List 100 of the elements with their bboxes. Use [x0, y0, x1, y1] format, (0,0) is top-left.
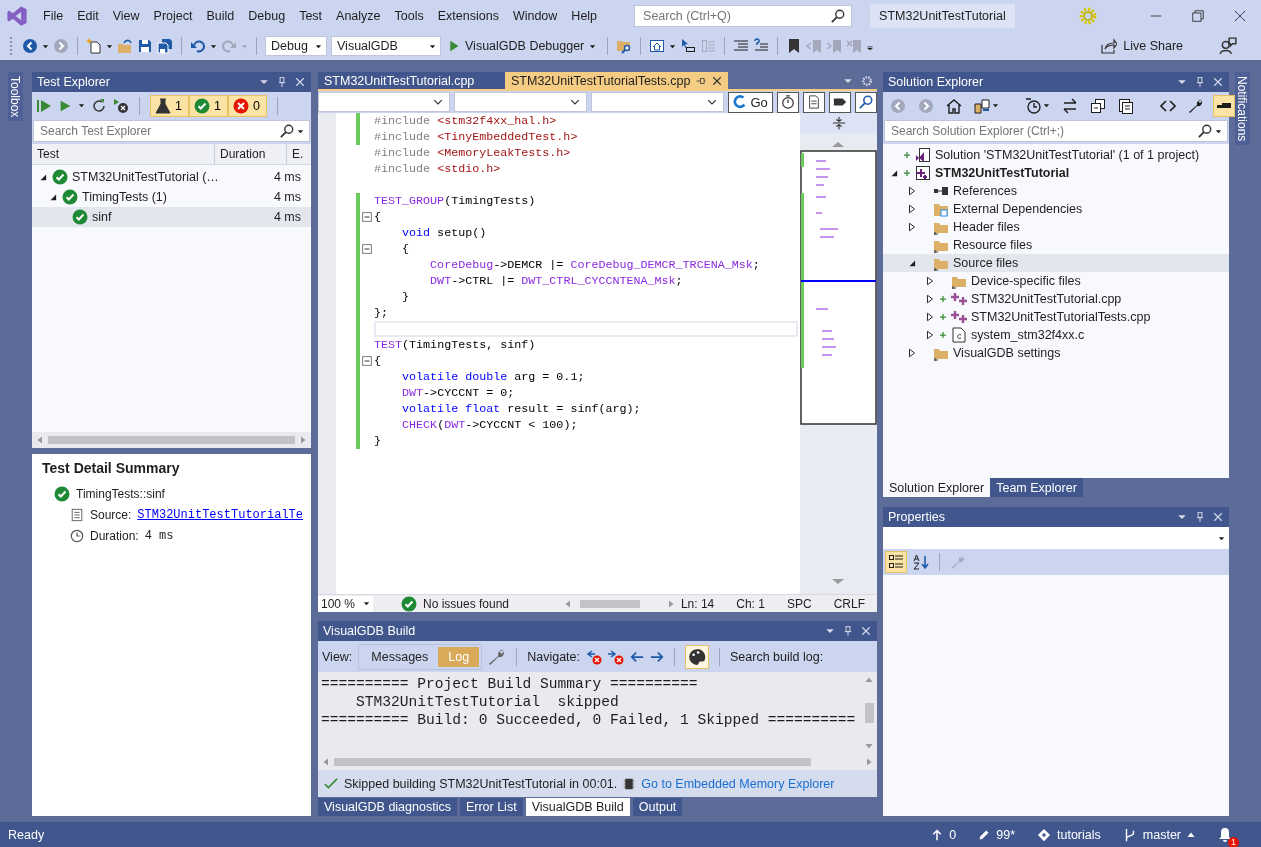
arrow-right-icon[interactable] — [650, 649, 664, 664]
outcome-filter-button[interactable]: 1 — [150, 94, 189, 117]
menu-item[interactable]: Project — [146, 9, 200, 23]
search-input[interactable]: Search Solution Explorer (Ctrl+;) — [889, 123, 1195, 139]
dropdown-caret-icon[interactable] — [1218, 534, 1225, 542]
solution-tree-item[interactable]: External Dependencies — [883, 200, 1229, 218]
toolbar-button[interactable] — [885, 551, 907, 573]
window-icon[interactable] — [649, 38, 666, 54]
solution-tree-item[interactable]: STM32UnitTestTutorial.cpp — [883, 290, 1229, 308]
search-field[interactable]: Search Test Explorer — [33, 120, 310, 142]
collapsed-arrow-icon[interactable] — [907, 348, 917, 358]
question-lines-icon[interactable] — [753, 38, 770, 54]
tool-window-tab[interactable]: Solution Explorer — [883, 478, 991, 497]
status-item[interactable]: 0 — [931, 827, 957, 842]
wrench-icon[interactable] — [488, 647, 507, 666]
menu-item[interactable]: Edit — [70, 9, 106, 23]
gear-icon[interactable] — [861, 74, 873, 87]
search-button[interactable] — [855, 91, 877, 113]
status-item[interactable]: 99* — [978, 827, 1015, 842]
test-row[interactable]: TimingTests (1) 4 ms — [32, 187, 311, 207]
search-input[interactable]: Search (Ctrl+Q) — [641, 8, 832, 24]
solution-tree-item[interactable]: VisualGDB settings — [883, 344, 1229, 362]
previous-error-icon[interactable] — [586, 648, 602, 665]
dropdown-caret-icon[interactable] — [589, 42, 597, 50]
run-all-icon[interactable] — [36, 97, 52, 114]
dropdown-caret-icon[interactable] — [429, 42, 436, 50]
solution-tree-item[interactable]: References — [883, 182, 1229, 200]
document-tab[interactable]: STM32UnitTestTutorial.cpp — [318, 72, 505, 89]
tool-window-tab[interactable]: VisualGDB diagnostics — [318, 798, 457, 816]
tool-window-tab[interactable]: VisualGDB Build — [525, 798, 630, 816]
tool-window-tab[interactable]: Team Explorer — [990, 478, 1083, 497]
feedback-person-icon[interactable] — [1219, 37, 1237, 55]
menu-item[interactable]: Window — [505, 9, 565, 23]
folder-search-icon[interactable] — [616, 38, 633, 54]
dropdown-caret-icon[interactable] — [297, 127, 304, 135]
tag-button[interactable] — [829, 91, 851, 113]
dropdown-caret-icon[interactable] — [669, 42, 677, 50]
source-link[interactable]: STM32UnitTestTutorialTe — [137, 507, 303, 522]
solution-tree-item[interactable]: Resource files — [883, 236, 1229, 254]
pin-icon[interactable] — [1195, 76, 1205, 88]
solution-tree-item[interactable]: Device-specific files — [883, 272, 1229, 290]
search-field[interactable]: Search (Ctrl+Q) — [634, 5, 853, 27]
collapsed-arrow-icon[interactable] — [907, 222, 917, 232]
menu-item[interactable]: Debug — [241, 9, 293, 23]
outcome-filter-button[interactable]: 0 — [227, 94, 267, 117]
undo-icon[interactable] — [190, 38, 206, 54]
configuration-dropdown[interactable]: Debug — [265, 36, 327, 56]
solution-tree-item[interactable]: STM32UnitTestTutorial — [883, 164, 1229, 182]
pin-icon[interactable] — [277, 76, 287, 88]
close-icon[interactable] — [712, 75, 723, 86]
next-error-icon[interactable] — [608, 648, 624, 665]
cancel-run-icon[interactable] — [113, 97, 129, 114]
dropdown-caret-icon[interactable] — [78, 102, 85, 109]
scroll-thumb[interactable] — [864, 703, 874, 723]
dropdown-caret-icon[interactable] — [1043, 102, 1050, 109]
palette-toggle[interactable] — [685, 644, 709, 669]
stopwatch-button[interactable] — [777, 91, 799, 113]
back-icon[interactable] — [22, 38, 38, 54]
solution-tree-item[interactable]: STM32UnitTestTutorialTests.cpp — [883, 308, 1229, 326]
new-file-icon[interactable] — [86, 38, 102, 54]
solution-tree-item[interactable]: system_stm32f4xx.c — [883, 326, 1229, 344]
status-item[interactable]: master — [1122, 827, 1195, 842]
pin-icon[interactable] — [843, 625, 853, 637]
search-input[interactable]: Search Test Explorer — [38, 123, 277, 139]
dropdown-caret-icon[interactable] — [992, 102, 999, 109]
tool-window-tab[interactable]: Output — [632, 798, 683, 816]
menu-item[interactable]: Extensions — [430, 9, 506, 23]
arrow-left-icon[interactable] — [630, 649, 644, 664]
go-button[interactable]: Go — [728, 91, 773, 113]
dropdown-caret-icon[interactable] — [1215, 127, 1222, 135]
column-header[interactable]: Test — [32, 144, 215, 164]
memory-explorer-link[interactable]: Go to Embedded Memory Explorer — [641, 776, 835, 791]
solution-tree-item[interactable]: Solution 'STM32UnitTestTutorial' (1 of 1 project) — [883, 146, 1229, 164]
restore-icon[interactable] — [1192, 10, 1204, 22]
dropdown-caret-icon[interactable] — [42, 42, 49, 50]
menu-item[interactable]: Help — [564, 9, 605, 23]
expanded-arrow-icon[interactable] — [48, 192, 58, 202]
expanded-arrow-icon[interactable] — [889, 168, 899, 178]
menu-item[interactable]: View — [105, 9, 147, 23]
notifications-tab[interactable]: Notifications — [1235, 72, 1250, 146]
collapsed-arrow-icon[interactable] — [925, 294, 935, 304]
close-icon[interactable] — [1234, 10, 1246, 22]
menu-item[interactable]: Tools — [387, 9, 431, 23]
status-item[interactable]: tutorials — [1037, 827, 1101, 842]
collapsed-arrow-icon[interactable] — [907, 186, 917, 196]
collapsed-arrow-icon[interactable] — [907, 204, 917, 214]
live-share-button[interactable]: Live Share — [1095, 37, 1189, 55]
column-header[interactable]: E. — [287, 144, 311, 164]
solution-tree-item[interactable]: Source files — [883, 254, 1229, 272]
test-row[interactable]: sinf 4 ms — [32, 207, 311, 227]
menu-item[interactable]: Analyze — [329, 9, 388, 23]
expanded-arrow-icon[interactable] — [38, 172, 48, 182]
cursor-list-icon[interactable] — [680, 38, 697, 54]
expanded-arrow-icon[interactable] — [907, 258, 917, 268]
dropdown-caret-icon[interactable] — [362, 600, 370, 607]
view-toggle[interactable]: Messages — [361, 646, 439, 667]
bell-icon[interactable] — [1217, 826, 1233, 843]
open-folder-icon[interactable] — [117, 38, 133, 54]
zoom-dropdown[interactable]: 100 % — [318, 595, 373, 612]
collapsed-arrow-icon[interactable] — [925, 276, 935, 286]
